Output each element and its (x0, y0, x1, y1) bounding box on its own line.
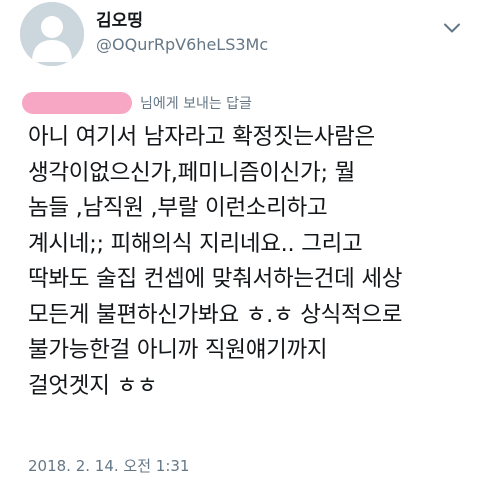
tweet-timestamp[interactable]: 2018. 2. 14. 오전 1:31 (28, 456, 189, 476)
default-avatar-icon (20, 2, 84, 66)
reply-context: 님에게 보내는 답글 (22, 92, 252, 114)
tweet-text: 아니 여기서 남자라고 확정짓는사람은 생각이없으신가,페미니즘이신가; 뭘 놈… (28, 124, 403, 399)
tweet: 김오띵 @OQurRpV6heLS3Mc 님에게 보내는 답글 아니 여기서 남… (0, 0, 480, 489)
avatar[interactable] (20, 2, 84, 66)
reply-context-label: 님에게 보내는 답글 (140, 96, 252, 112)
redacted-mention (22, 92, 132, 114)
author-display-name[interactable]: 김오띵 (96, 10, 268, 32)
user-info: 김오띵 @OQurRpV6heLS3Mc (96, 10, 268, 56)
author-handle[interactable]: @OQurRpV6heLS3Mc (96, 34, 268, 56)
chevron-down-icon[interactable] (440, 16, 464, 40)
